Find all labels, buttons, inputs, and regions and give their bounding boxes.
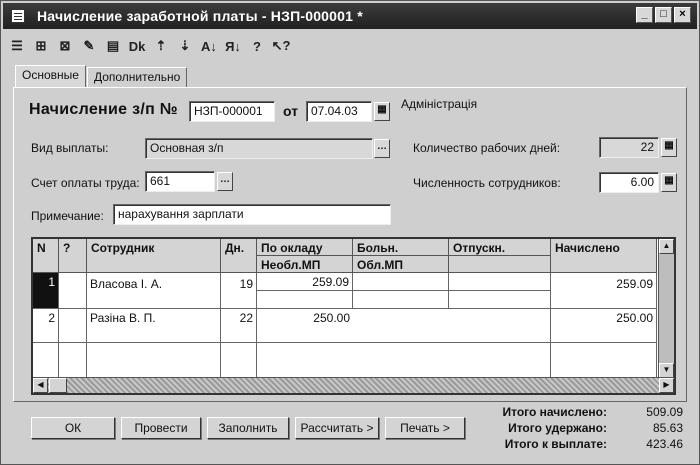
row-1-flag[interactable]: [59, 273, 87, 309]
col-subheader-vacation[interactable]: [449, 256, 551, 273]
calculate-button[interactable]: Рассчитать >: [295, 417, 379, 439]
row-1-sick[interactable]: [353, 273, 449, 291]
delete-row-icon[interactable]: ⊠: [55, 36, 75, 56]
window-title: Начисление заработной платы - НЗП-000001…: [37, 8, 363, 24]
maximize-button[interactable]: □: [655, 7, 672, 23]
empty-row-cell: [59, 343, 87, 379]
post-icon[interactable]: ▤: [103, 36, 123, 56]
scroll-up-icon[interactable]: ▲: [659, 239, 674, 254]
account-field[interactable]: 661: [145, 171, 215, 192]
horizontal-scrollbar[interactable]: ◀ ▶: [33, 377, 674, 393]
col-header-salary[interactable]: По окладу: [257, 239, 353, 256]
work-days-field[interactable]: 22: [599, 137, 659, 158]
date-label: от: [283, 103, 299, 119]
row-2-flag[interactable]: [59, 309, 87, 343]
row-1-salary[interactable]: 259.09: [257, 273, 353, 291]
work-days-label: Количество рабочих дней:: [413, 141, 561, 155]
scroll-left-icon[interactable]: ◀: [33, 378, 48, 393]
col-header-days[interactable]: Дн.: [221, 239, 257, 273]
new-row-icon[interactable]: ☰: [7, 36, 27, 56]
work-days-calculator-icon[interactable]: ▦: [661, 138, 677, 157]
edit-row-icon[interactable]: ✎: [79, 36, 99, 56]
scroll-down-icon[interactable]: ▼: [659, 363, 674, 378]
col-subheader-salary[interactable]: Необл.МП: [257, 256, 353, 273]
row-1-vacation-sub[interactable]: [449, 291, 551, 309]
minimize-button[interactable]: _: [636, 7, 653, 23]
department-label: Адміністрація: [401, 97, 478, 111]
employees-label: Численность сотрудников:: [413, 176, 561, 190]
dk-icon[interactable]: Dk: [127, 36, 147, 56]
total-payout-label: Итого к выплате:: [504, 437, 607, 451]
toolbar: ☰ ⊞ ⊠ ✎ ▤ Dk ⇡ ⇣ A↓ Я↓ ? ↖?: [7, 35, 291, 57]
calendar-icon[interactable]: ▦: [374, 102, 390, 121]
col-header-employee[interactable]: Сотрудник: [87, 239, 221, 273]
account-label: Счет оплаты труда:: [31, 176, 140, 190]
fill-button[interactable]: Заполнить: [207, 417, 289, 439]
ok-button[interactable]: ОК: [31, 417, 115, 439]
document-icon: [11, 9, 25, 23]
account-select-button[interactable]: …: [217, 172, 233, 191]
row-1-employee[interactable]: Власова І. А.: [87, 273, 221, 309]
payment-type-field[interactable]: Основная з/п: [145, 138, 373, 159]
accrual-table[interactable]: N ? Сотрудник Дн. По окладу Необл.МП Бол…: [31, 237, 676, 395]
doc-label: Начисление з/п №: [29, 101, 178, 118]
employees-field[interactable]: 6.00: [599, 172, 659, 193]
context-help-icon[interactable]: ↖?: [271, 36, 291, 56]
row-1-total[interactable]: 259.09: [551, 273, 657, 309]
col-subheader-sick[interactable]: Обл.МП: [353, 256, 449, 273]
payment-type-label: Вид выплаты:: [31, 141, 109, 155]
col-header-vacation[interactable]: Отпускн.: [449, 239, 551, 256]
total-accrued-label: Итого начислено:: [502, 405, 607, 419]
col-header-flag[interactable]: ?: [59, 239, 87, 273]
move-down-icon[interactable]: ⇣: [175, 36, 195, 56]
sort-asc-icon[interactable]: A↓: [199, 36, 219, 56]
row-1-salary-sub[interactable]: [257, 291, 353, 309]
payroll-window: Начисление заработной платы - НЗП-000001…: [0, 0, 700, 465]
date-field[interactable]: 07.04.03: [306, 101, 372, 122]
col-header-n[interactable]: N: [33, 239, 59, 273]
empty-row-cell: [221, 343, 257, 379]
move-up-icon[interactable]: ⇡: [151, 36, 171, 56]
row-2-salary[interactable]: 250.00: [257, 309, 353, 343]
empty-row-cell: [551, 343, 657, 379]
total-withheld-value: 85.63: [652, 421, 683, 435]
total-payout-value: 423.46: [646, 437, 683, 451]
close-button[interactable]: ×: [674, 7, 691, 23]
copy-row-icon[interactable]: ⊞: [31, 36, 51, 56]
employees-calculator-icon[interactable]: ▦: [661, 173, 677, 192]
sort-desc-icon[interactable]: Я↓: [223, 36, 243, 56]
note-label: Примечание:: [31, 209, 104, 223]
payment-type-select-button[interactable]: …: [374, 139, 390, 158]
row-2-sick-vacation[interactable]: [353, 309, 551, 343]
total-withheld-label: Итого удержано:: [508, 421, 607, 435]
col-header-total[interactable]: Начислено: [551, 239, 657, 273]
row-2-number[interactable]: 2: [33, 309, 59, 343]
window-controls: _ □ ×: [636, 7, 691, 23]
vertical-scrollbar[interactable]: ▲ ▼: [658, 239, 674, 379]
total-accrued-value: 509.09: [646, 405, 683, 419]
row-2-total[interactable]: 250.00: [551, 309, 657, 343]
doc-number-field[interactable]: НЗП-000001: [189, 101, 275, 122]
scroll-right-icon[interactable]: ▶: [659, 378, 674, 393]
empty-row-cell: [33, 343, 59, 379]
help-icon[interactable]: ?: [247, 36, 267, 56]
tab-additional[interactable]: Дополнительно: [86, 67, 188, 87]
tab-main[interactable]: Основные: [15, 65, 86, 87]
empty-row-cell: [257, 343, 551, 379]
print-button[interactable]: Печать >: [385, 417, 465, 439]
horizontal-scroll-thumb[interactable]: [49, 378, 67, 393]
row-1-vacation[interactable]: [449, 273, 551, 291]
col-header-sick[interactable]: Больн.: [353, 239, 449, 256]
row-1-sick-sub[interactable]: [353, 291, 449, 309]
tab-strip: Основные Дополнительно: [15, 65, 188, 87]
title-bar[interactable]: Начисление заработной платы - НЗП-000001…: [3, 3, 697, 29]
row-2-employee[interactable]: Разіна В. П.: [87, 309, 221, 343]
note-field[interactable]: нарахування зарплати: [113, 204, 391, 225]
post-button[interactable]: Провести: [121, 417, 201, 439]
empty-row-cell: [87, 343, 221, 379]
row-1-number[interactable]: 1: [33, 273, 59, 309]
row-1-days[interactable]: 19: [221, 273, 257, 309]
row-2-days[interactable]: 22: [221, 309, 257, 343]
